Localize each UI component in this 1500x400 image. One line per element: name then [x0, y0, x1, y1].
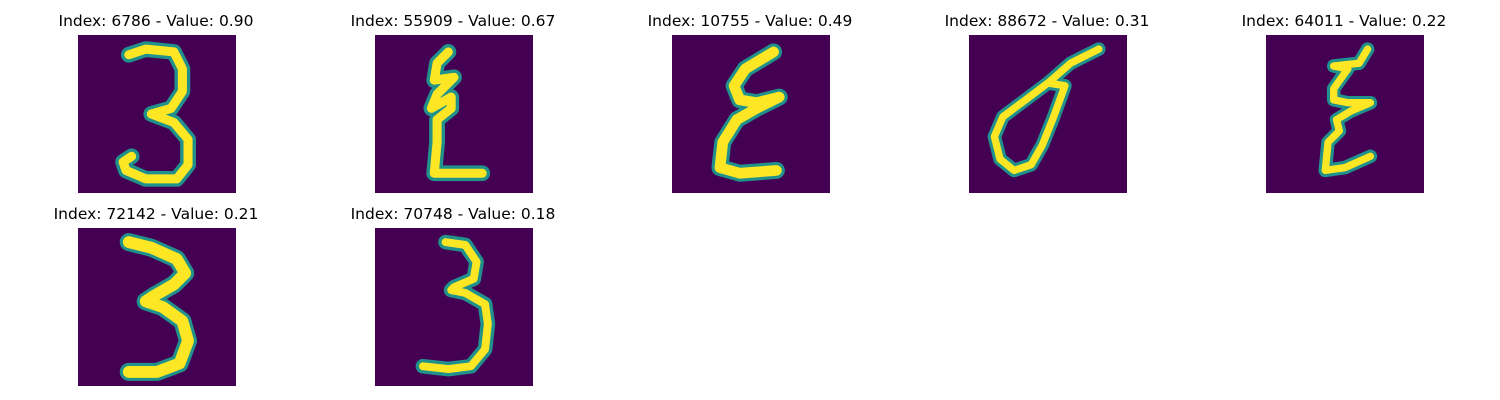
digit-image [969, 35, 1127, 193]
digit-panel: Index: 10755 - Value: 0.49 [620, 12, 880, 202]
digit-image [375, 228, 533, 386]
panel-title: Index: 70748 - Value: 0.18 [350, 205, 556, 223]
panel-title: Index: 64011 - Value: 0.22 [1241, 12, 1447, 30]
digit-panel: Index: 6786 - Value: 0.90 [26, 12, 286, 202]
digit-image [78, 228, 236, 386]
digit-image [672, 35, 830, 193]
digit-panel: Index: 88672 - Value: 0.31 [917, 12, 1177, 202]
panel-title: Index: 72142 - Value: 0.21 [53, 205, 259, 223]
panel-title: Index: 6786 - Value: 0.90 [58, 12, 254, 30]
digit-panel: Index: 70748 - Value: 0.18 [323, 205, 583, 395]
digit-panel: Index: 55909 - Value: 0.67 [323, 12, 583, 202]
digit-panel: Index: 72142 - Value: 0.21 [26, 205, 286, 395]
digit-image [1266, 35, 1424, 193]
panel-title: Index: 88672 - Value: 0.31 [944, 12, 1150, 30]
digit-image [78, 35, 236, 193]
panel-title: Index: 10755 - Value: 0.49 [647, 12, 853, 30]
panel-title: Index: 55909 - Value: 0.67 [350, 12, 556, 30]
digit-panel: Index: 64011 - Value: 0.22 [1214, 12, 1474, 202]
digit-image [375, 35, 533, 193]
